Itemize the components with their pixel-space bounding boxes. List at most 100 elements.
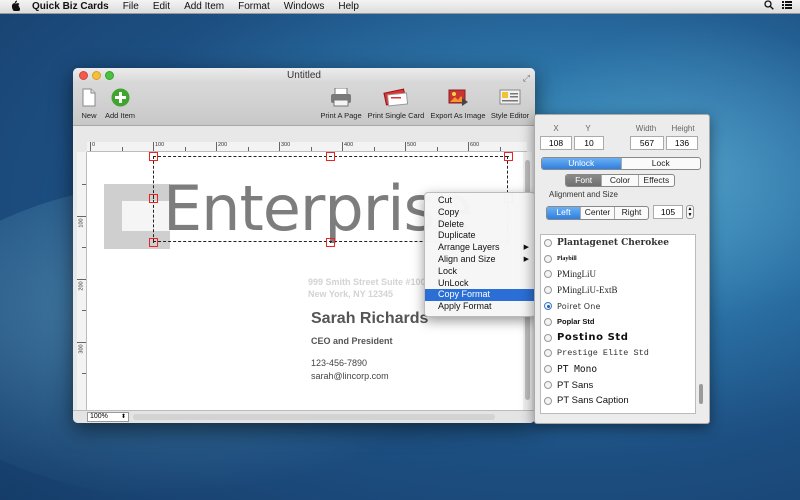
font-option[interactable]: Poiret One: [541, 298, 695, 314]
font-size-stepper[interactable]: ▲ ▼: [686, 205, 694, 219]
close-window-button[interactable]: [79, 71, 88, 80]
x-field[interactable]: 108: [540, 136, 572, 150]
print-single-card-button[interactable]: Print Single Card: [367, 88, 425, 120]
font-option[interactable]: PMingLiU-ExtB: [541, 282, 695, 298]
font-option[interactable]: Postino Std: [541, 330, 695, 346]
lock-segmented-control: Unlock Lock: [541, 157, 701, 170]
horizontal-scrollbar[interactable]: [133, 414, 495, 420]
style-editor-button[interactable]: Style Editor: [489, 88, 531, 120]
address-text[interactable]: 999 Smith Street Suite #100 New York, NY…: [308, 276, 426, 300]
new-button[interactable]: New: [79, 88, 99, 120]
radio-button[interactable]: [544, 349, 552, 358]
font-name: Prestige Elite Std: [557, 348, 649, 359]
phone-text[interactable]: 123-456-7890: [311, 358, 367, 368]
spotlight-search-icon[interactable]: [764, 0, 774, 13]
app-name-menu[interactable]: Quick Biz Cards: [32, 1, 109, 12]
radio-button[interactable]: [544, 396, 552, 405]
resize-handle[interactable]: [149, 194, 158, 203]
context-menu: Cut Copy Delete Duplicate Arrange Layers…: [424, 192, 536, 317]
unlock-tab[interactable]: Unlock: [542, 158, 622, 169]
ruler-label: 400: [344, 142, 354, 148]
inspector-panel: X Y Width Height 108 10 567 136 Unlock L…: [534, 114, 710, 424]
menu-item-label: Align and Size: [438, 253, 496, 264]
menu-file[interactable]: File: [123, 1, 139, 12]
radio-button[interactable]: [544, 365, 552, 374]
menu-item-lock[interactable]: Lock: [425, 266, 535, 278]
ruler-label: 100: [78, 218, 85, 228]
window-titlebar[interactable]: Untitled ⤢: [73, 68, 535, 84]
font-name: PT Sans Caption: [557, 395, 629, 407]
menu-item-copy[interactable]: Copy: [425, 207, 535, 219]
menu-item-label: UnLock: [438, 277, 469, 288]
export-as-image-button[interactable]: Export As Image: [429, 88, 487, 120]
menu-item-label: Copy Format: [438, 289, 491, 300]
menu-item-label: Cut: [438, 195, 453, 205]
font-name: Playbill: [557, 255, 577, 262]
resize-handle[interactable]: [504, 152, 513, 161]
menu-edit[interactable]: Edit: [153, 1, 170, 12]
vertical-ruler: 100 200 300: [77, 152, 87, 410]
apple-menu-icon[interactable]: [10, 0, 22, 14]
resize-handle[interactable]: [149, 152, 158, 161]
menu-item-duplicate[interactable]: Duplicate: [425, 230, 535, 242]
menu-item-delete[interactable]: Delete: [425, 219, 535, 231]
radio-button[interactable]: [544, 317, 552, 326]
resize-handle[interactable]: [326, 152, 335, 161]
radio-button[interactable]: [544, 333, 552, 342]
radio-button[interactable]: [544, 286, 552, 295]
notification-list-icon[interactable]: [782, 0, 792, 13]
font-option[interactable]: PT Sans Caption: [541, 393, 695, 409]
font-option[interactable]: PMingLiU: [541, 267, 695, 283]
tab-color[interactable]: Color: [602, 175, 639, 186]
menu-add-item[interactable]: Add Item: [184, 1, 224, 12]
menu-item-unlock[interactable]: UnLock: [425, 278, 535, 290]
font-size-field[interactable]: 105: [653, 205, 683, 219]
menu-windows[interactable]: Windows: [284, 1, 325, 12]
radio-button[interactable]: [544, 270, 552, 279]
resize-handle[interactable]: [326, 238, 335, 247]
radio-button[interactable]: [544, 254, 552, 263]
menu-item-cut[interactable]: Cut: [425, 195, 535, 207]
align-right-button[interactable]: Right: [615, 207, 648, 219]
tab-effects[interactable]: Effects: [639, 175, 674, 186]
radio-button[interactable]: [544, 238, 552, 247]
menu-help[interactable]: Help: [338, 1, 359, 12]
print-page-button[interactable]: Print A Page: [319, 87, 363, 120]
font-name: PT Mono: [557, 363, 598, 375]
font-option[interactable]: Playbill: [541, 251, 695, 267]
menu-item-apply-format[interactable]: Apply Format: [425, 301, 535, 313]
font-option[interactable]: PT Mono: [541, 361, 695, 377]
menu-item-align-and-size[interactable]: Align and Size ▶: [425, 254, 535, 266]
align-center-button[interactable]: Center: [581, 207, 615, 219]
width-field[interactable]: 567: [630, 136, 664, 150]
font-option[interactable]: Poplar Std: [541, 314, 695, 330]
radio-button[interactable]: [544, 302, 552, 311]
font-option[interactable]: Prestige Elite Std: [541, 346, 695, 362]
menu-item-arrange-layers[interactable]: Arrange Layers ▶: [425, 242, 535, 254]
minimize-window-button[interactable]: [92, 71, 101, 80]
add-item-button[interactable]: Add Item: [101, 88, 139, 120]
resize-handle[interactable]: [149, 238, 158, 247]
x-label: X: [553, 124, 559, 133]
font-option[interactable]: PT Sans: [541, 377, 695, 393]
menu-item-copy-format[interactable]: Copy Format: [425, 289, 535, 302]
email-text[interactable]: sarah@lincorp.com: [311, 371, 389, 381]
zoom-select[interactable]: 100% ⬍: [87, 412, 129, 422]
ruler-label: 200: [218, 142, 228, 148]
lock-tab[interactable]: Lock: [622, 158, 701, 169]
address-line-1: 999 Smith Street Suite #100: [308, 277, 426, 287]
tab-font[interactable]: Font: [566, 175, 603, 186]
font-list[interactable]: Plantagenet Cherokee Playbill PMingLiU P…: [540, 234, 696, 414]
font-name: Plantagenet Cherokee: [557, 237, 669, 248]
zoom-value: 100%: [90, 413, 108, 420]
radio-button[interactable]: [544, 381, 552, 390]
zoom-window-button[interactable]: [105, 71, 114, 80]
y-field[interactable]: 10: [574, 136, 604, 150]
role-text[interactable]: CEO and President: [311, 336, 393, 346]
font-list-scrollbar[interactable]: [698, 234, 704, 414]
height-field[interactable]: 136: [666, 136, 698, 150]
font-option[interactable]: Plantagenet Cherokee: [541, 235, 695, 251]
menu-format[interactable]: Format: [238, 1, 270, 12]
person-name-text[interactable]: Sarah Richards: [311, 310, 428, 328]
align-left-button[interactable]: Left: [547, 207, 581, 219]
